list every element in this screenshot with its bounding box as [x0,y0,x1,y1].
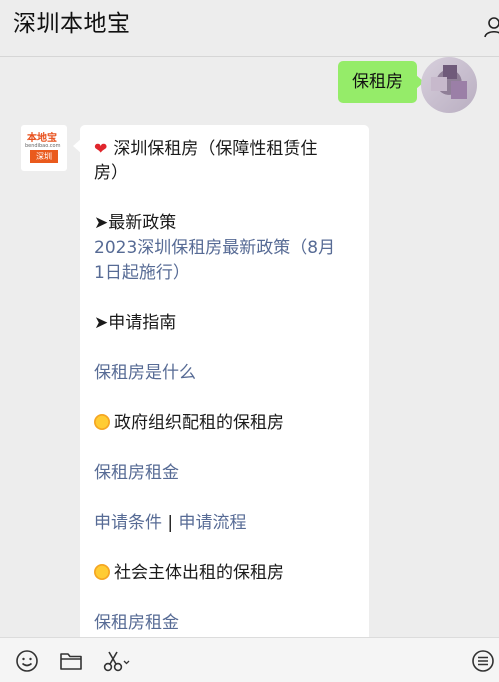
sun-icon [94,564,110,580]
policy-link[interactable]: 2023深圳保租房最新政策（8月 [94,236,360,261]
my-avatar[interactable] [421,57,477,113]
section-heading: 社会主体出租的保租房 [94,561,360,586]
person-icon[interactable] [483,16,499,38]
heart-icon: ❤ [94,139,108,158]
menu-icon[interactable] [471,649,495,673]
section-heading: ➤最新政策 [94,213,177,233]
what-is-link[interactable]: 保租房是什么 [94,361,360,386]
sun-icon [94,414,110,430]
chat-title: 深圳本地宝 [13,11,131,37]
chat-area[interactable]: 保租房 本地宝 bendibao.com 深圳 ❤ 深圳保租房（保障性租赁住 房）… [0,57,499,637]
input-toolbar [0,637,499,682]
chat-header: 深圳本地宝 [0,0,499,57]
emoji-icon[interactable] [15,649,39,673]
process-link[interactable]: 申请流程 [179,513,247,533]
logo-domain: bendibao.com [25,143,61,149]
rent-link[interactable]: 保租房租金 [94,611,360,636]
section-heading-text: 社会主体出租的保租房 [114,563,284,583]
avatar-pixel [431,77,447,91]
article-title-line: 房） [94,163,128,183]
section-heading: ➤申请指南 [94,313,177,333]
article-title-text: 深圳保租房（保障性租赁住 [113,139,318,159]
logo-text: 本地宝 [27,133,57,144]
folder-icon[interactable] [59,649,83,673]
logo-city: 深圳 [30,150,58,163]
conditions-process-line: 申请条件 | 申请流程 [94,511,360,536]
policy-link[interactable]: 1日起施行） [94,261,360,286]
section-heading-text: 政府组织配租的保租房 [114,413,284,433]
separator: | [167,513,174,533]
sender-avatar[interactable]: 本地宝 bendibao.com 深圳 [21,125,67,171]
conditions-link[interactable]: 申请条件 [94,513,162,533]
rent-link[interactable]: 保租房租金 [94,461,360,486]
article-title-line: ❤ 深圳保租房（保障性租赁住 [94,136,360,162]
my-message-bubble[interactable]: 保租房 [338,61,424,103]
avatar-pixel [451,81,467,99]
section-heading: 政府组织配租的保租房 [94,411,360,436]
article-message-bubble: ❤ 深圳保租房（保障性租赁住 房） ➤最新政策 2023深圳保租房最新政策（8月 … [73,125,369,637]
scissors-icon[interactable] [102,649,130,673]
